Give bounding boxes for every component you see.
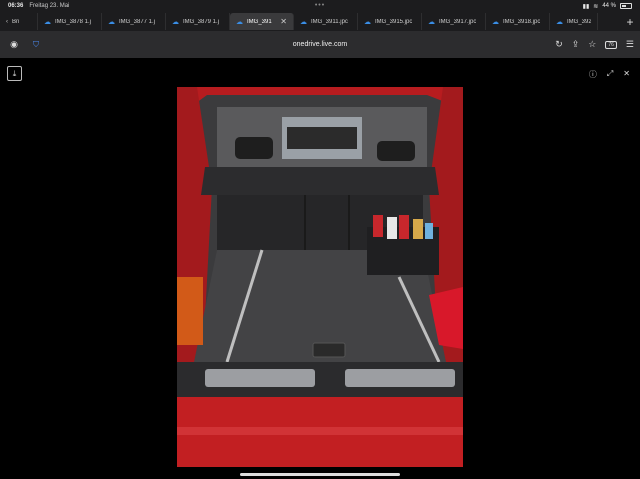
menu-icon[interactable]: ☰ [626,39,634,50]
tab-label: IMG_3877 1.j [119,18,156,25]
download-icon[interactable]: ⤓ [7,66,22,81]
headrest-right [377,141,415,161]
onedrive-icon: ☁ [428,18,435,26]
battery-icon [620,3,632,9]
tab-6[interactable]: ☁ IMG_3915.jpc [358,13,422,30]
status-bar: 06:36 Freitag 23. Mai ••• ▮▮ ≋ 44 % [0,0,640,12]
car-trunk-illustration [177,87,463,467]
tab-label: IMG_3911.jpc [311,18,348,25]
onedrive-icon: ☁ [172,18,179,26]
onedrive-icon: ☁ [556,18,563,26]
sill-plate-left [205,369,315,387]
url-toolbar: ◉ ⛉ onedrive.live.com ↻ ⇪ ☆ 76 ☰ [0,31,640,58]
onedrive-icon: ☁ [364,18,371,26]
wifi-icon: ≋ [593,3,599,10]
tab-strip: ‹ Bn ☁ IMG_3878 1.j ☁ IMG_3877 1.j ☁ IMG… [0,12,640,31]
tab-close-icon[interactable]: ✕ [280,17,287,26]
address-bar[interactable]: onedrive.live.com [293,41,347,48]
reload-icon[interactable]: ↻ [555,39,563,50]
tab-label: IMG_3917.jpc [439,18,477,25]
photo-car-trunk [177,87,463,467]
tab-label: IMG_391 [247,18,272,25]
tab-3[interactable]: ☁ IMG_3879 1.j [166,13,230,30]
battery-label: 44 % [602,3,616,9]
tab-4-active[interactable]: ☁ IMG_391 ✕ [230,13,294,30]
tab-label: IMG_3915.jpc [375,18,413,25]
tab-label: IMG_3920 [567,18,591,25]
tab-7[interactable]: ☁ IMG_3917.jpc [422,13,486,30]
tab-8[interactable]: ☁ IMG_3918.jpc [486,13,550,30]
expand-icon[interactable]: ⤢ [607,69,613,80]
headrest-left [235,137,273,159]
tab-2[interactable]: ☁ IMG_3877 1.j [102,13,166,30]
status-right: ▮▮ ≋ 44 % [583,3,632,10]
status-time: 06:36 [8,3,24,9]
tab-0[interactable]: ‹ Bn [0,13,38,30]
star-icon[interactable]: ☆ [588,39,596,50]
onedrive-icon: ☁ [300,18,307,26]
tab-5[interactable]: ☁ IMG_3911.jpc [294,13,358,30]
tab-label: IMG_3879 1.j [183,18,220,25]
signal-icon: ▮▮ [582,3,590,10]
close-icon[interactable]: ✕ [623,69,630,80]
viewer-actions: ⓘ ⤢ ✕ [589,69,630,80]
toolbar-actions: ↻ ⇪ ☆ 76 ☰ [555,39,634,50]
dashboard [287,127,357,149]
floor-handle [312,342,346,358]
multitasking-dots[interactable]: ••• [315,2,325,9]
shield-icon[interactable]: ⛉ [28,40,44,50]
onedrive-icon: ☁ [492,18,499,26]
tab-label: IMG_3878 1.j [55,18,92,25]
tabs-button[interactable]: 76 [605,40,617,49]
share-icon[interactable]: ⇪ [572,39,580,50]
back-chevron-icon: ‹ [6,18,8,25]
onedrive-icon: ☁ [108,18,115,26]
sill-plate-right [345,369,455,387]
tab-label: Bn [12,18,20,25]
cargo-cover [201,167,439,195]
tab-1[interactable]: ☁ IMG_3878 1.j [38,13,102,30]
home-indicator[interactable] [240,473,400,476]
tab-label: IMG_3918.jpc [503,18,541,25]
onedrive-icon: ☁ [236,18,243,26]
net-bag-left [177,277,203,345]
info-icon[interactable]: ⓘ [589,69,597,80]
new-tab-button[interactable]: + [620,15,640,29]
onedrive-icon: ☁ [44,18,51,26]
tab-9[interactable]: ☁ IMG_3920 [550,13,598,30]
incognito-icon[interactable]: ◉ [6,39,22,50]
status-date: Freitag 23. Mai [29,3,70,9]
